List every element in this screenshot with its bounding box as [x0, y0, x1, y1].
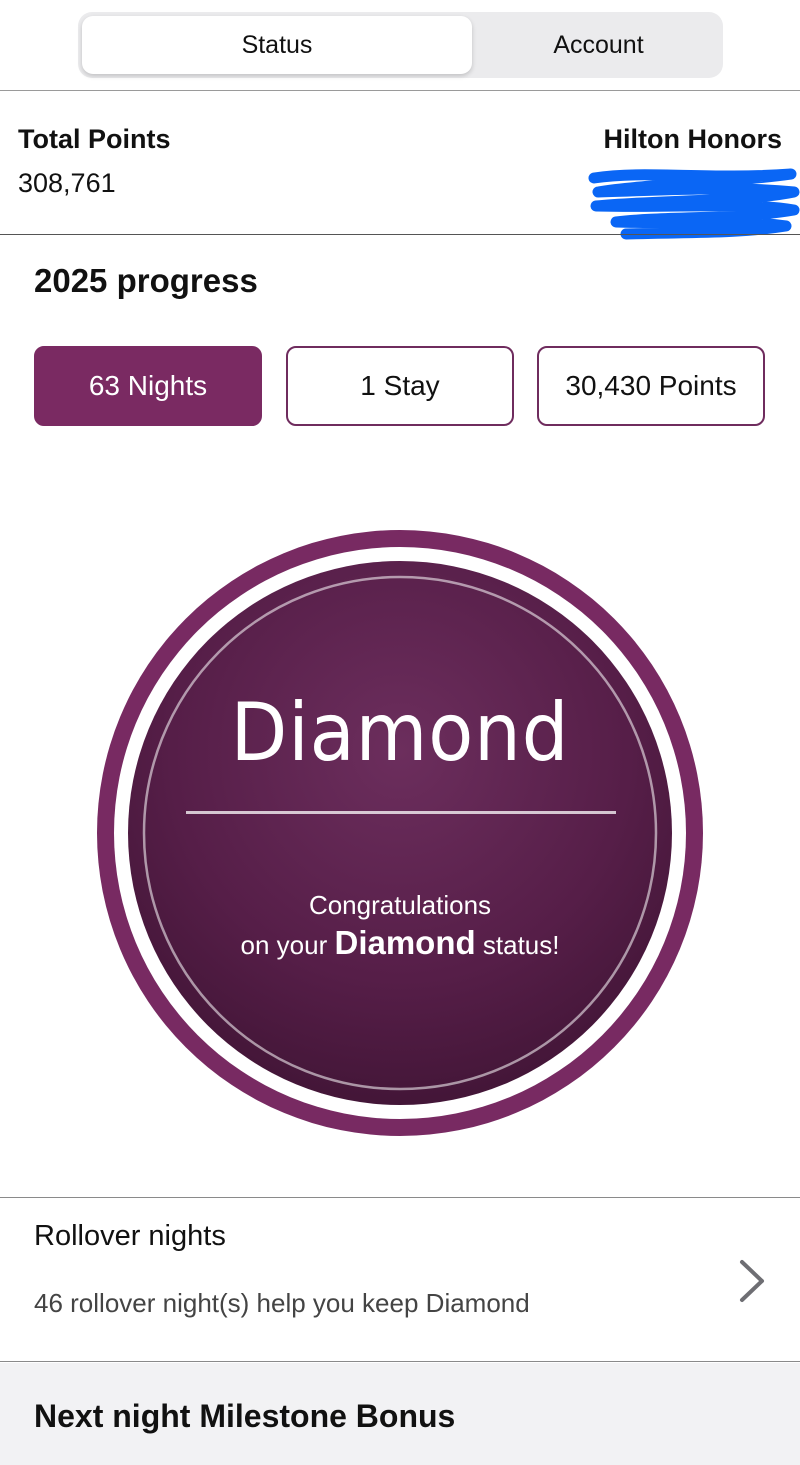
diamond-status-badge [97, 530, 703, 1136]
redacted-member-number [588, 168, 800, 240]
tab-account-label: Account [553, 30, 644, 59]
badge-message-line1: Congratulations [308, 890, 492, 920]
divider [0, 1361, 800, 1362]
total-points-value: 308,761 [18, 168, 116, 198]
progress-title: 2025 progress [34, 262, 258, 299]
rollover-subtitle: 46 rollover night(s) help you keep Diamo… [34, 1288, 530, 1318]
tab-status[interactable]: Status [82, 16, 472, 74]
divider [0, 234, 800, 235]
rollover-title: Rollover nights [34, 1220, 226, 1252]
tab-account[interactable]: Account [478, 16, 719, 74]
stays-pill-label: 1 Stay [360, 370, 440, 401]
nights-pill[interactable]: 63 Nights [34, 346, 262, 426]
status-account-segmented-control: Status Account [78, 12, 723, 78]
badge-message-tier: Diamond [334, 924, 476, 961]
chevron-right-icon[interactable] [736, 1258, 768, 1304]
points-pill-label: 30,430 Points [565, 370, 737, 401]
badge-tier-title: Diamond [230, 686, 570, 779]
divider [0, 1197, 800, 1198]
points-pill[interactable]: 30,430 Points [537, 346, 765, 426]
badge-inner-disc [128, 561, 672, 1105]
badge-message-prefix: on your [240, 930, 328, 960]
divider [0, 90, 800, 91]
program-name: Hilton Honors [603, 124, 782, 154]
total-points-label: Total Points [18, 124, 171, 154]
badge-message-suffix: status! [482, 930, 560, 960]
stays-pill[interactable]: 1 Stay [286, 346, 514, 426]
badge-message-line2: on your Diamond status! [97, 924, 703, 962]
tab-status-label: Status [241, 30, 313, 59]
badge-divider [186, 811, 616, 814]
nights-pill-label: 63 Nights [88, 370, 208, 401]
milestone-title: Next night Milestone Bonus [34, 1398, 456, 1434]
